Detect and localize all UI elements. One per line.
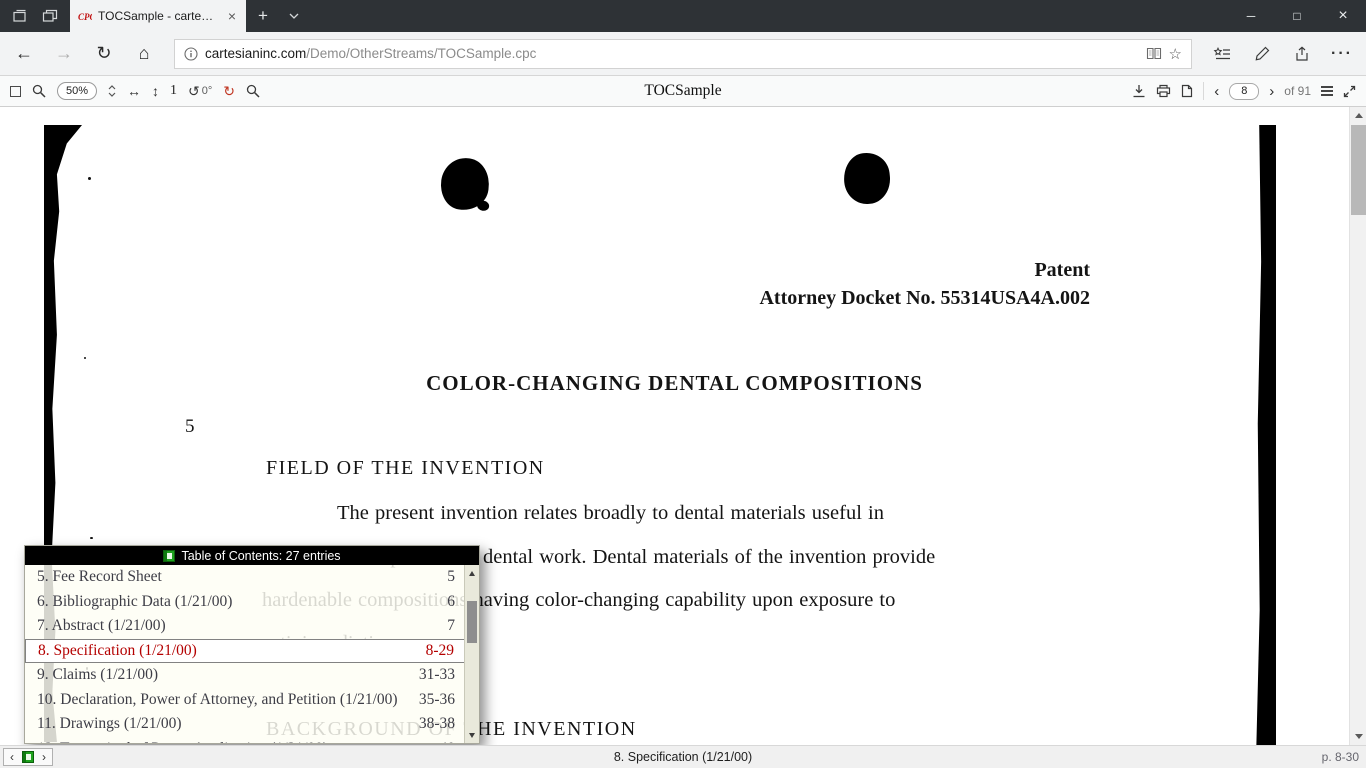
scan-speck	[84, 357, 86, 359]
toc-entry[interactable]: 5. Fee Record Sheet 5	[25, 565, 479, 590]
zoom-level-input[interactable]: 50%	[57, 82, 97, 100]
toc-nav-group: ‹ ›	[3, 748, 53, 766]
next-page-button[interactable]: ›	[1269, 83, 1274, 100]
toc-entry[interactable]: 10. Declaration, Power of Attorney, and …	[25, 688, 479, 713]
forward-button[interactable]: →	[44, 35, 84, 73]
toc-scroll-up-arrow[interactable]	[465, 567, 479, 579]
window-close-button[interactable]: ×	[1320, 0, 1366, 32]
home-button[interactable]: ⌂	[124, 35, 164, 73]
toc-entry[interactable]: 7. Abstract (1/21/00) 7	[25, 614, 479, 639]
page-count-label: of 91	[1284, 84, 1311, 98]
favorite-star-icon[interactable]: ☆	[1169, 45, 1182, 63]
current-section-label: 8. Specification (1/21/00)	[613, 750, 753, 764]
toc-entry[interactable]: 11. Drawings (1/21/00) 38-38	[25, 712, 479, 737]
select-region-icon[interactable]	[10, 85, 21, 97]
svg-text:CPC: CPC	[78, 12, 92, 22]
vertical-scrollbar[interactable]	[1349, 107, 1366, 745]
toc-entry[interactable]: 9. Claims (1/21/00) 31-33	[25, 663, 479, 688]
address-bar[interactable]: cartesianinc.com/Demo/OtherStreams/TOCSa…	[174, 38, 1192, 69]
tab-title: TOCSample - cartesiani	[98, 9, 219, 23]
toc-entry-selected[interactable]: 8. Specification (1/21/00) 8-29	[25, 638, 479, 663]
toc-popup-titlebar[interactable]: Table of Contents: 27 entries	[25, 546, 479, 565]
tab-list-chevron-icon[interactable]	[280, 0, 308, 32]
previous-page-button[interactable]: ‹	[1214, 83, 1219, 100]
hub-favorites-icon[interactable]	[1202, 35, 1242, 73]
toc-scroll-down-arrow[interactable]	[465, 729, 479, 741]
tab-preview-icon[interactable]	[42, 8, 58, 24]
download-icon[interactable]	[1132, 84, 1146, 98]
more-options-button[interactable]: ···	[1322, 35, 1362, 73]
scroll-up-arrow[interactable]	[1350, 107, 1366, 124]
page-range-label: p. 8-30	[1321, 750, 1359, 764]
zoom-spinner[interactable]	[108, 85, 116, 97]
punch-hole-mark-left	[437, 154, 493, 214]
more-dots: ···	[1331, 44, 1353, 62]
paragraph-line-1: The present invention relates broadly to…	[337, 502, 884, 524]
set-tabs-aside-icon[interactable]	[12, 8, 28, 24]
scroll-down-arrow[interactable]	[1350, 728, 1366, 745]
toc-scrollbar-thumb[interactable]	[467, 601, 477, 643]
new-tab-button[interactable]: +	[246, 0, 280, 32]
navigation-bar: ← → ↻ ⌂ cartesianinc.com/Demo/OtherStrea…	[0, 32, 1366, 76]
print-icon[interactable]	[1156, 84, 1171, 98]
share-icon[interactable]	[1282, 35, 1322, 73]
table-of-contents-popup: Table of Contents: 27 entries 5. Fee Rec…	[24, 545, 480, 744]
window-maximize-button[interactable]: □	[1274, 0, 1320, 32]
fit-width-icon[interactable]: ↔	[127, 84, 141, 98]
refresh-page-icon[interactable]: ↻	[223, 84, 235, 98]
line-number: 5	[185, 416, 195, 437]
fit-height-icon[interactable]: ↕	[152, 84, 159, 98]
toc-entry-list: 5. Fee Record Sheet 5 6. Bibliographic D…	[25, 565, 479, 743]
reading-view-icon[interactable]	[1146, 47, 1162, 60]
ink-notes-icon[interactable]	[1242, 35, 1282, 73]
tab-close-icon[interactable]: ×	[225, 8, 239, 24]
toc-menu-icon[interactable]	[1321, 86, 1333, 96]
toc-scrollbar[interactable]	[464, 565, 479, 743]
toc-entry[interactable]: 12. Transmittal of Patent Application (1…	[25, 737, 479, 743]
rotate-icon[interactable]: ↺	[188, 84, 200, 98]
actual-size-icon[interactable]: 1	[170, 83, 177, 99]
toc-popup-title: Table of Contents: 27 entries	[181, 548, 341, 563]
field-heading: FIELD OF THE INVENTION	[266, 457, 545, 479]
viewer-toolbar: 50% ↔ ↕ 1 ↺ 0° ↻ TOCSample ‹ 8 › of 91	[0, 76, 1366, 107]
invention-title: COLOR-CHANGING DENTAL COMPOSITIONS	[426, 371, 923, 395]
scan-edge-artifact-right	[1256, 125, 1276, 745]
toc-book-icon	[163, 549, 176, 562]
fullscreen-icon[interactable]	[1343, 85, 1356, 98]
previous-section-button[interactable]: ‹	[4, 749, 20, 765]
punch-hole-mark-right	[841, 150, 893, 207]
status-bar: ‹ › 8. Specification (1/21/00) p. 8-30	[0, 745, 1366, 768]
browser-tab[interactable]: CPC TOCSample - cartesiani ×	[70, 0, 246, 32]
toc-status-book-button[interactable]	[20, 749, 36, 765]
window-minimize-button[interactable]: ─	[1228, 0, 1274, 32]
rotation-value: 0°	[201, 85, 213, 97]
tab-strip: CPC TOCSample - cartesiani × + ─ □ ×	[0, 0, 1366, 32]
url-domain: cartesianinc.com	[205, 46, 307, 61]
toc-entry[interactable]: 6. Bibliographic Data (1/21/00) 6	[25, 590, 479, 615]
search-magnifier-icon[interactable]	[246, 84, 260, 98]
scan-speck	[88, 177, 91, 180]
page-number-input[interactable]: 8	[1229, 82, 1260, 100]
tab-favicon: CPC	[77, 9, 92, 24]
attorney-docket-line: Attorney Docket No. 55314USA4A.002	[759, 287, 1090, 309]
patent-label: Patent	[1034, 259, 1090, 281]
url-path: /Demo/OtherStreams/TOCSample.cpc	[306, 46, 537, 61]
tabstrip-spacer	[308, 0, 1228, 32]
pdf-export-icon[interactable]	[1181, 84, 1193, 98]
back-button[interactable]: ←	[4, 35, 44, 73]
scan-speck	[90, 537, 93, 539]
toolbar-separator	[1203, 82, 1205, 100]
zoom-magnifier-icon[interactable]	[32, 84, 46, 98]
site-info-icon[interactable]	[184, 46, 198, 61]
status-book-icon	[22, 751, 34, 763]
refresh-button[interactable]: ↻	[84, 35, 124, 73]
scrollbar-thumb[interactable]	[1351, 125, 1366, 215]
next-section-button[interactable]: ›	[36, 749, 52, 765]
